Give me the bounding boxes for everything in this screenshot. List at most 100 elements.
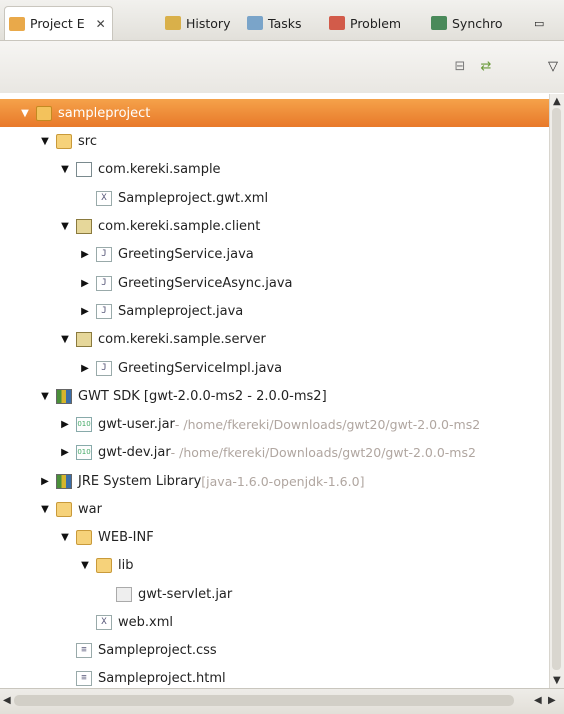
chevron-right-icon[interactable]: ▶ xyxy=(78,278,92,289)
tree-item-label: GreetingServiceImpl.java xyxy=(118,360,283,376)
link-with-editor-icon[interactable]: ⇄ xyxy=(478,59,494,75)
tree-item[interactable]: ▶ J GreetingServiceImpl.java xyxy=(0,354,550,382)
tree-item[interactable]: X Sampleproject.gwt.xml xyxy=(0,184,550,212)
package-icon xyxy=(76,161,92,177)
jar-icon: 010 xyxy=(76,444,92,460)
vertical-scrollbar[interactable]: ▲ ▼ xyxy=(549,94,564,688)
tree-item-label: lib xyxy=(118,557,134,573)
scroll-up-icon[interactable]: ▲ xyxy=(553,96,561,107)
tab-label: History xyxy=(186,15,231,31)
file-icon: ≡ xyxy=(76,670,92,686)
chevron-right-icon[interactable]: ▶ xyxy=(58,447,72,458)
file-icon: J xyxy=(96,303,112,319)
close-icon[interactable]: ✕ xyxy=(96,17,106,31)
tree-item[interactable]: ▶ JRE System Library [java-1.6.0-openjdk-… xyxy=(0,467,550,495)
jar-icon xyxy=(116,586,132,602)
tree-item-label: JRE System Library xyxy=(78,473,202,489)
tree-item[interactable]: ▶ J GreetingService.java xyxy=(0,240,550,268)
history-icon xyxy=(165,16,181,30)
project-explorer-icon xyxy=(9,16,25,31)
jar-icon: 010 xyxy=(76,416,92,432)
chevron-down-icon[interactable]: ▼ xyxy=(58,221,72,232)
chevron-right-icon[interactable]: ▶ xyxy=(78,249,92,260)
minimize-icon[interactable]: ▭ xyxy=(534,10,544,36)
view-toolbar: ⊟ ⇄ ▽ xyxy=(0,41,564,93)
tasks-icon xyxy=(247,16,263,30)
synchronize-icon xyxy=(431,16,447,30)
tree-item[interactable]: ▼ war xyxy=(0,495,550,523)
folder-icon xyxy=(56,133,72,149)
scroll-left-icon[interactable]: ◀ xyxy=(534,695,542,706)
chevron-down-icon[interactable]: ▼ xyxy=(58,334,72,345)
tree-item-label: GreetingServiceAsync.java xyxy=(118,275,293,291)
tree-item[interactable]: ▼ com.kereki.sample xyxy=(0,155,550,183)
tab-tasks[interactable]: Tasks xyxy=(247,10,302,36)
tree-item[interactable]: ▶ J Sampleproject.java xyxy=(0,297,550,325)
tree-item-label: com.kereki.sample.server xyxy=(98,331,266,347)
chevron-right-icon[interactable]: ▶ xyxy=(78,363,92,374)
file-icon: J xyxy=(96,246,112,262)
tab-problems[interactable]: Problem xyxy=(329,10,401,36)
scroll-right-icon[interactable]: ▶ xyxy=(548,695,556,706)
package-icon xyxy=(76,331,92,347)
tree-item[interactable]: ▶ J GreetingServiceAsync.java xyxy=(0,269,550,297)
chevron-right-icon[interactable]: ▶ xyxy=(38,476,52,487)
tree-item-label: GreetingService.java xyxy=(118,246,254,262)
scroll-down-icon[interactable]: ▼ xyxy=(553,675,561,686)
problems-icon xyxy=(329,16,345,30)
file-icon: J xyxy=(96,275,112,291)
tree-item-path: [java-1.6.0-openjdk-1.6.0] xyxy=(201,473,365,489)
chevron-down-icon[interactable]: ▼ xyxy=(38,504,52,515)
tree-item-label: Sampleproject.css xyxy=(98,642,217,658)
tree-item[interactable]: ≡ Sampleproject.css xyxy=(0,636,550,664)
folder-icon xyxy=(96,557,112,573)
tree-item-path: - /home/fkereki/Downloads/gwt20/gwt-2.0.… xyxy=(174,416,481,432)
vertical-scroll-thumb[interactable] xyxy=(552,108,561,670)
tree-item[interactable]: ▼ com.kereki.sample.client xyxy=(0,212,550,240)
chevron-right-icon[interactable]: ▶ xyxy=(78,306,92,317)
file-icon: X xyxy=(96,190,112,206)
chevron-down-icon[interactable]: ▼ xyxy=(78,560,92,571)
folder-icon xyxy=(76,529,92,545)
chevron-down-icon[interactable]: ▼ xyxy=(58,164,72,175)
tree-item[interactable]: ▼ WEB-INF xyxy=(0,523,550,551)
tree-item[interactable]: ▼ src xyxy=(0,127,550,155)
tree-item[interactable]: ▼ lib xyxy=(0,551,550,579)
tree-item-label: Sampleproject.html xyxy=(98,670,226,686)
chevron-down-icon[interactable]: ▼ xyxy=(58,532,72,543)
collapse-all-icon[interactable]: ⊟ xyxy=(452,59,468,75)
view-tab-bar: Project E ✕ History Tasks Problem Synchr… xyxy=(0,0,564,41)
tree-item[interactable]: ▼ com.kereki.sample.server xyxy=(0,325,550,353)
chevron-down-icon[interactable]: ▼ xyxy=(18,108,32,119)
chevron-right-icon[interactable]: ▶ xyxy=(58,419,72,430)
scroll-left-icon[interactable]: ◀ xyxy=(3,695,11,706)
tree-item[interactable]: ▶ 010 gwt-user.jar - /home/fkereki/Downloa… xyxy=(0,410,550,438)
horizontal-scrollbar[interactable]: ◀ ◀ ▶ xyxy=(0,688,564,714)
tree-item-path: - /home/fkereki/Downloads/gwt20/gwt-2.0.… xyxy=(170,444,476,460)
tree-item-label: web.xml xyxy=(118,614,173,630)
folder-icon xyxy=(56,501,72,517)
view-menu-icon[interactable]: ▽ xyxy=(545,59,561,75)
tree-item-label: gwt-user.jar xyxy=(98,416,175,432)
tree-item[interactable]: ▼ sampleproject xyxy=(0,99,550,127)
tab-label: Project E xyxy=(30,16,85,31)
tree-item-label: Sampleproject.java xyxy=(118,303,244,319)
tree-item[interactable]: ▼ GWT SDK [gwt-2.0.0-ms2 - 2.0.0-ms2] xyxy=(0,382,550,410)
tree-item-label: GWT SDK [gwt-2.0.0-ms2 - 2.0.0-ms2] xyxy=(78,388,327,404)
tree-item[interactable]: ≡ Sampleproject.html xyxy=(0,664,550,687)
tree-item-label: src xyxy=(78,133,97,149)
tree-item[interactable]: gwt-servlet.jar xyxy=(0,580,550,608)
horizontal-scroll-thumb[interactable] xyxy=(14,695,514,706)
tab-history[interactable]: History xyxy=(165,10,230,36)
tree-item[interactable]: ▶ 010 gwt-dev.jar - /home/fkereki/Download… xyxy=(0,438,550,466)
chevron-down-icon[interactable]: ▼ xyxy=(38,391,52,402)
tree-item-label: gwt-servlet.jar xyxy=(138,586,233,602)
tree-item-label: Sampleproject.gwt.xml xyxy=(118,190,269,206)
tree-item[interactable]: Xweb.xml xyxy=(0,608,550,636)
tab-project-explorer[interactable]: Project E ✕ xyxy=(4,6,113,40)
chevron-down-icon[interactable]: ▼ xyxy=(38,136,52,147)
tree-item-label: sampleproject xyxy=(58,105,151,121)
tab-synchronize[interactable]: Synchro xyxy=(431,10,503,36)
library-icon xyxy=(56,388,72,404)
tree-item-label: com.kereki.sample.client xyxy=(98,218,261,234)
